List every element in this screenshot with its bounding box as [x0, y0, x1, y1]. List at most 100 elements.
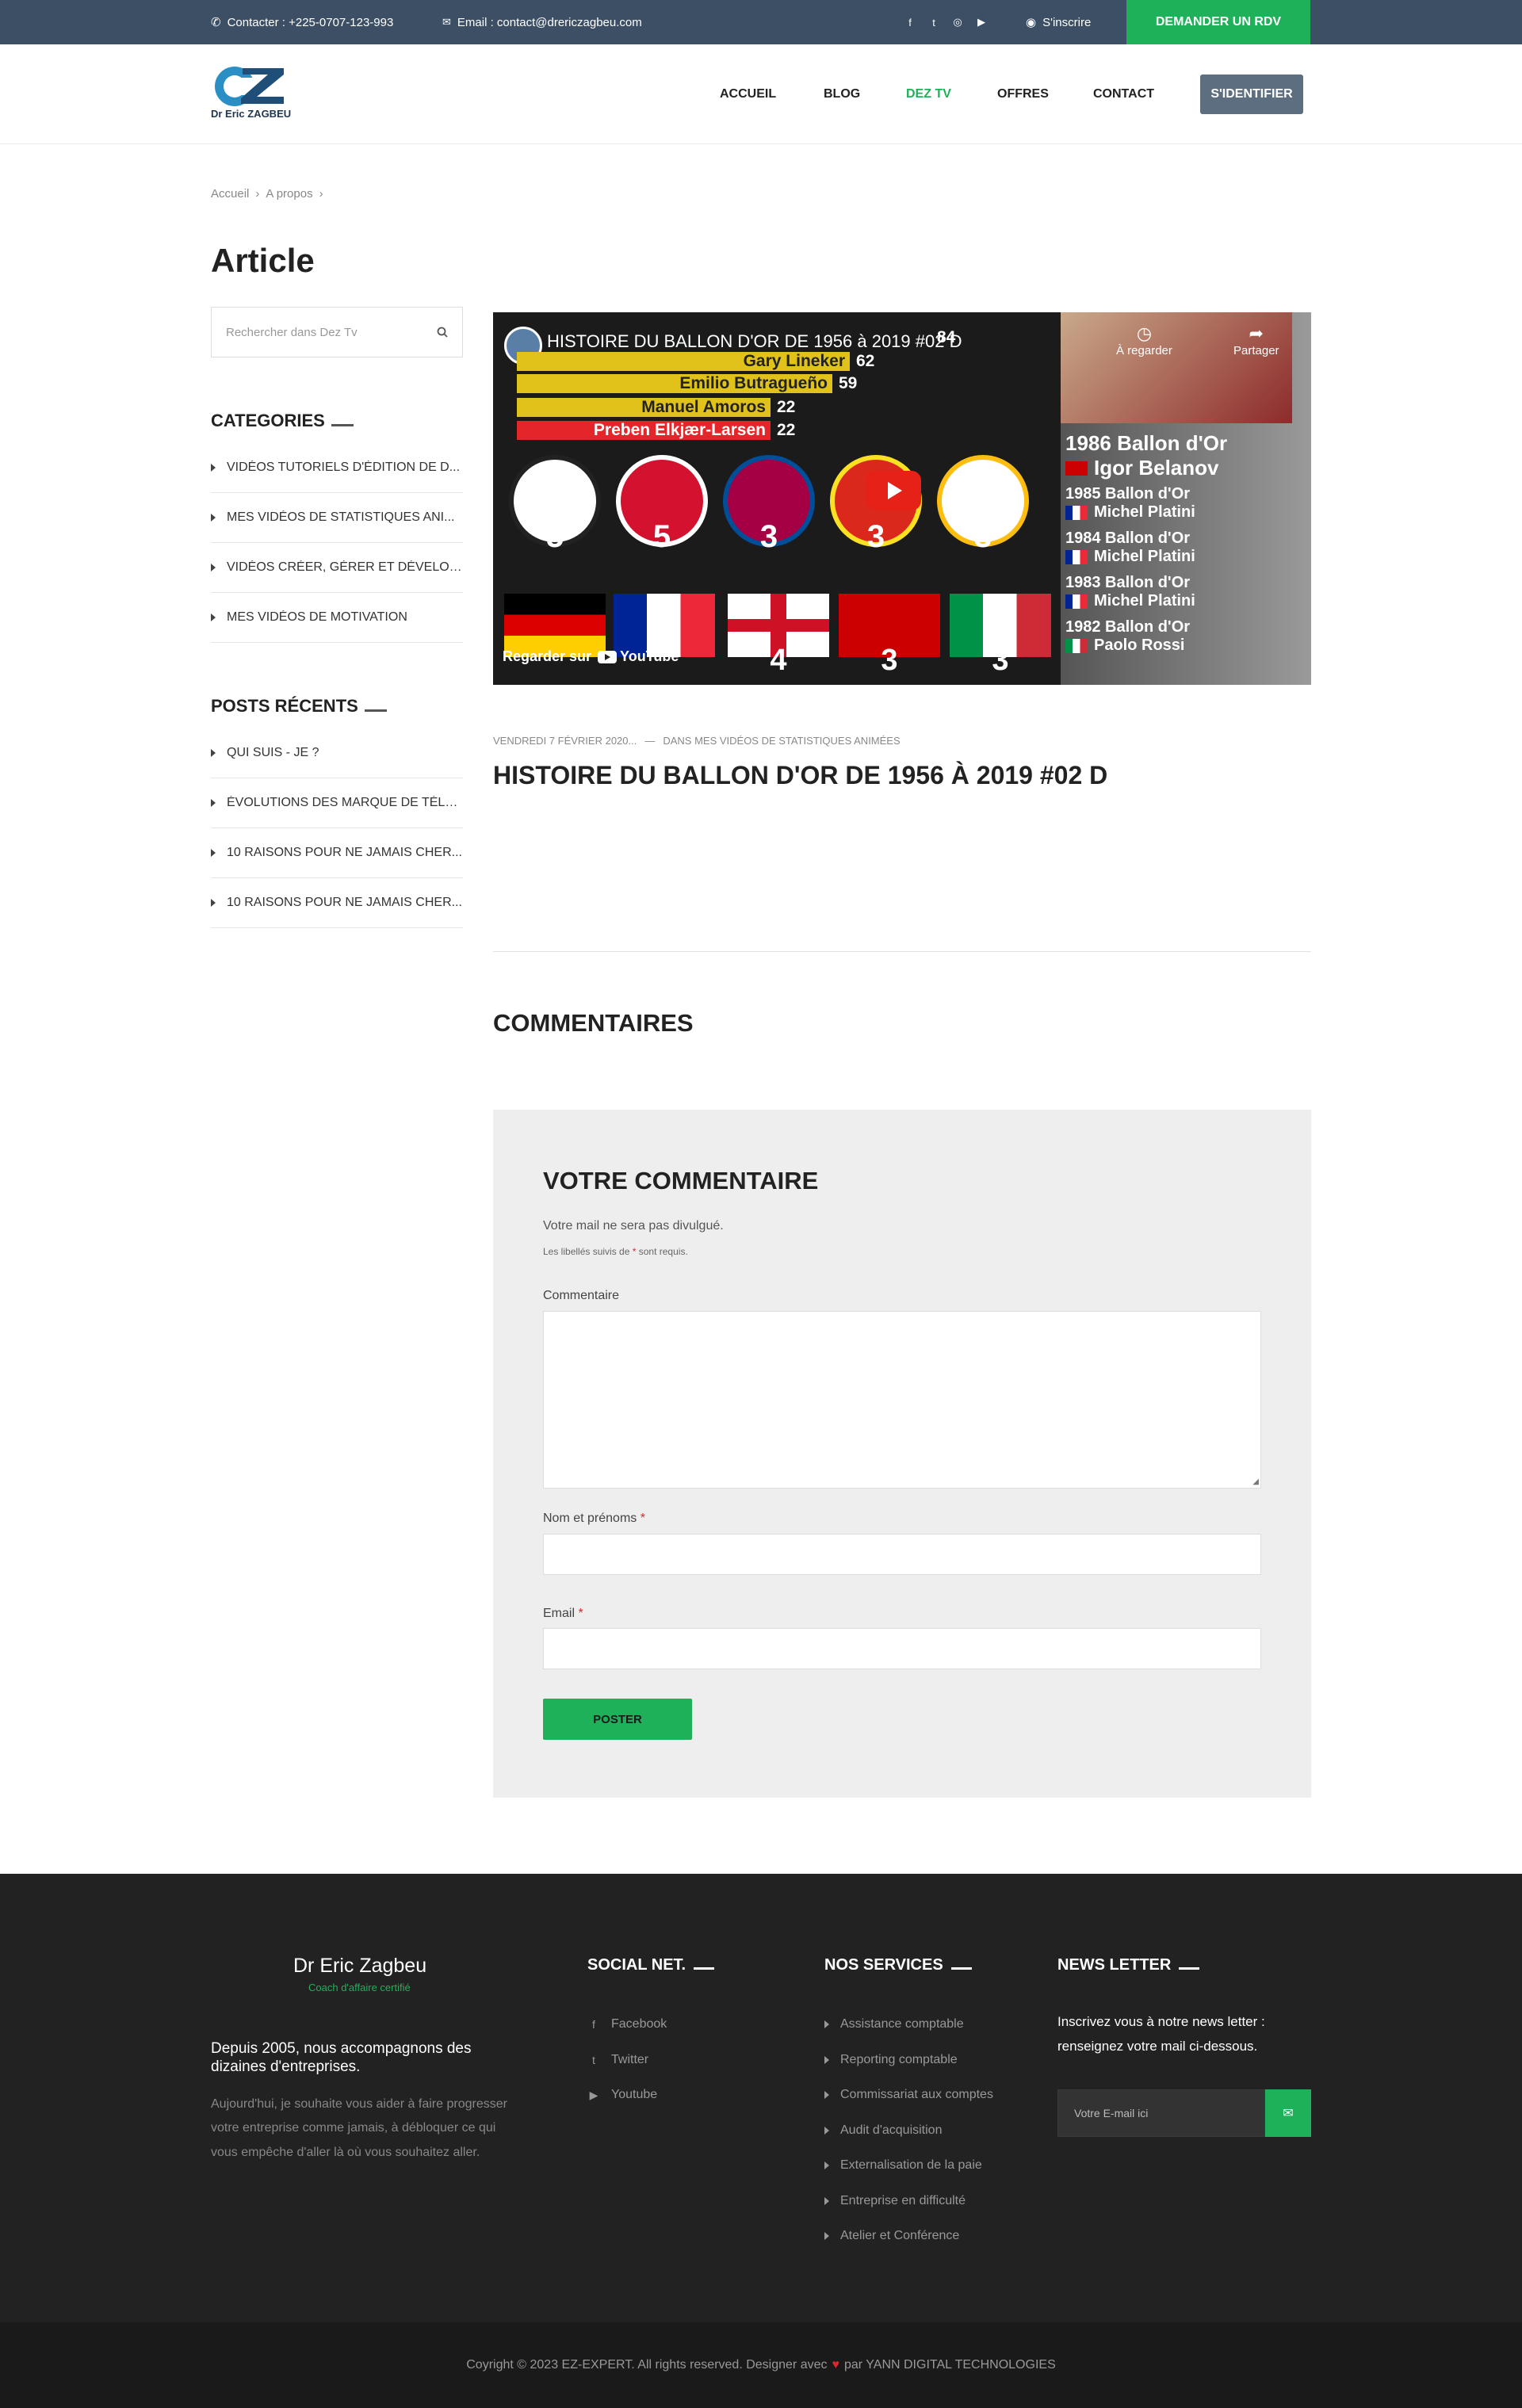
contact-phone[interactable]: ✆ Contacter : +225-0707-123-993 [211, 0, 393, 44]
nav-offers-label[interactable]: OFFRES [997, 87, 1049, 101]
nav-home[interactable]: ACCUEIL [720, 44, 776, 144]
copyright-prefix: Coyright © 2023 EZ-EXPERT. All rights re… [466, 2358, 828, 2372]
newsletter-heading: NEWS LETTER [1057, 1956, 1200, 1974]
category-label: MES VIDÉOS DE STATISTIQUES ANI... [227, 510, 455, 524]
facebook-icon[interactable]: f [904, 17, 916, 29]
club-count: 3 [866, 519, 885, 554]
service-link[interactable]: Commissariat aux comptes [824, 2077, 993, 2113]
search-icon[interactable] [437, 327, 448, 338]
social-link-youtube[interactable]: ▶ Youtube [587, 2077, 667, 2113]
flag-count: 3 [992, 644, 1009, 677]
social-link-facebook[interactable]: f Facebook [587, 2007, 667, 2043]
category-label: MES VIDÉOS DE MOTIVATION [227, 610, 407, 624]
nav-contact[interactable]: CONTACT [1093, 44, 1154, 144]
required-asterisk: * [632, 1246, 637, 1257]
service-link[interactable]: Reporting comptable [824, 2043, 993, 2078]
copyright-suffix: par YANN DIGITAL TECHNOLOGIES [844, 2358, 1056, 2372]
video-title[interactable]: HISTOIRE DU BALLON D'OR DE 1956 à 2019 #… [547, 331, 962, 352]
categories-list: VIDÉOS TUTORIELS D'ÉDITION DE D... MES V… [211, 443, 463, 643]
required-note: Les libellés suivis de * sont requis. [543, 1246, 688, 1257]
top-bar: ✆ Contacter : +225-0707-123-993 ✉ Email … [0, 0, 1522, 44]
logo-mark-icon [215, 67, 284, 106]
newsletter-email-input[interactable]: Votre E-mail ici [1057, 2089, 1265, 2137]
nav-offers[interactable]: OFFRES [997, 44, 1049, 144]
nav-dez-tv-label[interactable]: DEZ TV [906, 87, 951, 101]
social-title: SOCIAL NET. [587, 1956, 686, 1974]
category-item[interactable]: VIDÉOS CRÉER, GÉRER ET DÉVELOP... [211, 543, 463, 593]
page-title: Article [211, 242, 315, 279]
name-input[interactable] [543, 1534, 1261, 1575]
signup-link[interactable]: ◉ S'inscrire [1026, 0, 1091, 44]
flag-ussr [1065, 461, 1088, 476]
login-button[interactable]: S'IDENTIFIER [1200, 75, 1303, 114]
flag-italy: 3 [950, 594, 1051, 677]
service-label: Externalisation de la paie [840, 2158, 982, 2173]
site-logo[interactable]: Dr Eric ZAGBEU [211, 60, 298, 132]
youtube-icon: ▶ [589, 2088, 598, 2101]
service-link[interactable]: Atelier et Conférence [824, 2219, 993, 2254]
play-button[interactable] [866, 471, 921, 510]
breadcrumb-home[interactable]: Accueil [211, 187, 249, 201]
stat-bar-name: Manuel Amoros [641, 398, 766, 416]
service-link[interactable]: Entreprise en difficulté [824, 2184, 993, 2219]
award-winner: Paolo Rossi [1094, 636, 1185, 654]
clock-icon: ◷ [1136, 323, 1153, 343]
club-crest: 5 [616, 455, 708, 554]
contact-email[interactable]: ✉ Email : contact@drericzagbeu.com [442, 0, 642, 44]
nav-dez-tv[interactable]: DEZ TV [906, 44, 951, 144]
nav-blog-label[interactable]: BLOG [824, 87, 860, 101]
caret-right-icon [824, 2196, 829, 2205]
youtube-icon[interactable]: ▶ [975, 16, 988, 29]
flag-france [1065, 594, 1088, 609]
recent-post-item[interactable]: ÉVOLUTIONS DES MARQUE DE TÉLÉ... [211, 778, 463, 828]
nav-blog[interactable]: BLOG [824, 44, 860, 144]
recent-post-item[interactable]: 10 RAISONS POUR NE JAMAIS CHER... [211, 878, 463, 928]
submit-comment-button[interactable]: POSTER [543, 1699, 692, 1740]
instagram-icon[interactable]: ◎ [951, 16, 964, 29]
category-item[interactable]: MES VIDÉOS DE MOTIVATION [211, 593, 463, 643]
social-link-twitter[interactable]: t Twitter [587, 2043, 667, 2078]
form-note: Votre mail ne sera pas divulgué. [543, 1219, 724, 1233]
book-appointment-button[interactable]: DEMANDER UN RDV [1126, 0, 1310, 44]
caret-right-icon [211, 514, 216, 522]
facebook-icon: f [592, 2018, 595, 2032]
email-input[interactable] [543, 1628, 1261, 1669]
service-link[interactable]: Assistance comptable [824, 2007, 993, 2043]
stat-bar-name: Preben Elkjær-Larsen [593, 421, 766, 439]
site-header: Dr Eric ZAGBEU ACCUEIL BLOG DEZ TV OFFRE… [0, 44, 1522, 144]
twitter-icon[interactable]: t [927, 17, 940, 29]
caret-right-icon [824, 2126, 829, 2135]
heading-underline [331, 423, 354, 426]
watch-on-youtube[interactable]: Regarder sur YouTube [503, 648, 679, 665]
award-winner: Michel Platini [1094, 548, 1195, 565]
newsletter-submit-button[interactable]: ✉ [1265, 2089, 1311, 2137]
club-crest: 3 [723, 455, 815, 554]
resize-handle-icon[interactable]: ◢ [1252, 1477, 1259, 1486]
caret-right-icon [211, 899, 216, 907]
watch-later-button[interactable]: ◷ À regarder [1116, 323, 1172, 357]
share-button[interactable]: ➦ Partager [1233, 323, 1279, 357]
meta-separator: — [644, 735, 656, 747]
flag-france [1065, 505, 1088, 520]
service-link[interactable]: Externalisation de la paie [824, 2148, 993, 2184]
sidebar-search-input[interactable]: Rechercher dans Dez Tv [211, 307, 463, 357]
service-link[interactable]: Audit d'acquisition [824, 2113, 993, 2149]
category-item[interactable]: MES VIDÉOS DE STATISTIQUES ANI... [211, 493, 463, 543]
share-icon: ➦ [1249, 323, 1264, 343]
video-player[interactable]: HISTOIRE DU BALLON D'OR DE 1956 à 2019 #… [493, 312, 1311, 685]
social-label: Facebook [611, 2017, 667, 2032]
breadcrumb-about[interactable]: A propos [266, 187, 312, 201]
comment-textarea[interactable]: ◢ [543, 1311, 1261, 1489]
nav-home-label[interactable]: ACCUEIL [720, 87, 776, 101]
recent-posts-title: POSTS RÉCENTS [211, 696, 358, 716]
recent-posts-list: QUI SUIS - JE ? ÉVOLUTIONS DES MARQUE DE… [211, 728, 463, 928]
category-item[interactable]: VIDÉOS TUTORIELS D'ÉDITION DE D... [211, 443, 463, 493]
user-icon: ◉ [1026, 16, 1037, 29]
recent-post-item[interactable]: QUI SUIS - JE ? [211, 728, 463, 778]
recent-post-item[interactable]: 10 RAISONS POUR NE JAMAIS CHER... [211, 828, 463, 878]
stat-bar-value: 22 [777, 398, 796, 416]
nav-contact-label[interactable]: CONTACT [1093, 87, 1154, 101]
stat-bar: Emilio Butragueño [517, 374, 832, 393]
post-category[interactable]: DANS MES VIDÉOS DE STATISTIQUES ANIMÉES [663, 735, 900, 747]
recent-post-label: QUI SUIS - JE ? [227, 746, 319, 759]
